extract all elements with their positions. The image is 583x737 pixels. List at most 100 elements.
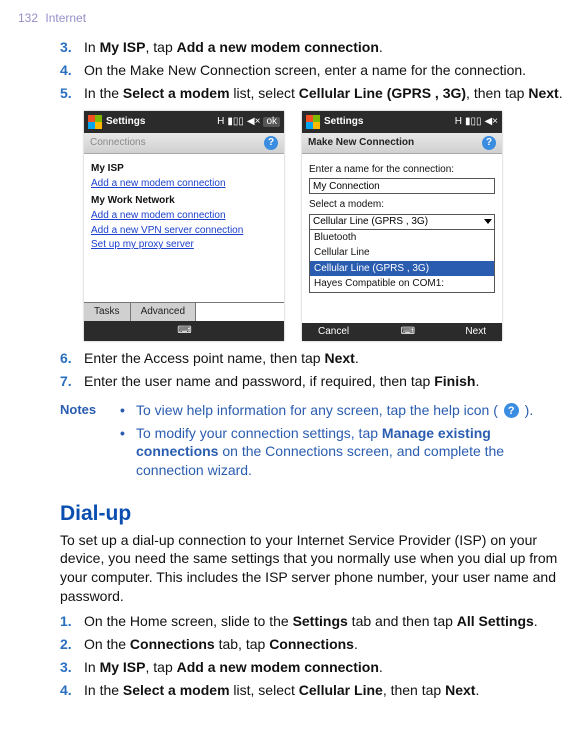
link-add-vpn[interactable]: Add a new VPN server connection — [91, 224, 277, 238]
modem-options-list: Bluetooth Cellular Line Cellular Line (G… — [309, 230, 495, 293]
dialup-step-3: 3. In My ISP, tap Add a new modem connec… — [60, 658, 565, 677]
phone-body: Enter a name for the connection: Select … — [302, 154, 502, 323]
step-5: 5. In the Select a modem list, select Ce… — [60, 84, 565, 103]
modem-option[interactable]: Hayes Compatible on COM1: — [310, 276, 494, 292]
modem-option[interactable]: Bluetooth — [310, 230, 494, 246]
tab-advanced[interactable]: Advanced — [131, 303, 196, 321]
text: , then tap — [383, 682, 445, 698]
start-icon[interactable] — [306, 115, 320, 129]
crumb-text: Make New Connection — [308, 136, 414, 150]
dialup-step-4: 4. In the Select a modem list, select Ce… — [60, 681, 565, 700]
step-number: 7. — [60, 372, 84, 391]
connection-name-input[interactable] — [309, 178, 495, 194]
step-text: On the Make New Connection screen, enter… — [84, 61, 565, 80]
text: Enter the user name and password, if req… — [84, 373, 434, 389]
signal-icon: ▮▯▯ — [227, 117, 244, 127]
title-bar: Settings H ▮▯▯ ◀× — [302, 111, 502, 133]
label-select-modem: Select a modem: — [309, 198, 495, 212]
emphasis: Select a modem — [123, 682, 230, 698]
text: . — [475, 682, 479, 698]
signal-icon: ▮▯▯ — [465, 117, 482, 127]
step-text: In the Select a modem list, select Cellu… — [84, 84, 565, 103]
text: In the — [84, 85, 123, 101]
note-item: • To view help information for any scree… — [120, 401, 565, 420]
chapter-title: Internet — [45, 11, 86, 25]
volume-icon: ◀× — [247, 117, 261, 127]
modem-dropdown[interactable] — [309, 214, 495, 230]
note-item: • To modify your connection settings, ta… — [120, 424, 565, 481]
emphasis: All Settings — [457, 613, 534, 629]
step-text: On the Connections tab, tap Connections. — [84, 635, 565, 654]
title-bar: Settings H ▮▯▯ ◀× ok — [84, 111, 284, 133]
text: . — [379, 659, 383, 675]
phone-screenshot-connections: Settings H ▮▯▯ ◀× ok Connections ? My IS… — [84, 111, 284, 341]
step-number: 2. — [60, 635, 84, 654]
help-icon: ? — [504, 403, 519, 418]
step-text: In the Select a modem list, select Cellu… — [84, 681, 565, 700]
section-heading: My Work Network — [91, 194, 277, 208]
breadcrumb: Make New Connection ? — [302, 133, 502, 154]
step-number: 3. — [60, 658, 84, 677]
step-text: Enter the user name and password, if req… — [84, 372, 565, 391]
text: list, select — [230, 85, 299, 101]
text: In — [84, 39, 100, 55]
crumb-text: Connections — [90, 136, 146, 150]
network-icon: H — [455, 117, 462, 127]
title-text: Settings — [106, 115, 145, 129]
emphasis: Next — [445, 682, 475, 698]
link-add-modem-work[interactable]: Add a new modem connection — [91, 209, 277, 223]
text: . — [354, 636, 358, 652]
start-icon[interactable] — [88, 115, 102, 129]
keyboard-icon[interactable]: ⌨ — [177, 324, 190, 338]
keyboard-icon[interactable]: ⌨ — [401, 325, 414, 339]
step-number: 3. — [60, 38, 84, 57]
emphasis: Next — [324, 350, 354, 366]
step-number: 4. — [60, 61, 84, 80]
ok-button[interactable]: ok — [263, 117, 280, 127]
softkey-bar: ⌨ — [84, 321, 284, 341]
cancel-button[interactable]: Cancel — [318, 325, 349, 339]
help-icon[interactable]: ? — [264, 136, 278, 150]
link-add-modem-isp[interactable]: Add a new modem connection — [91, 177, 277, 191]
text: tab, tap — [215, 636, 269, 652]
modem-selected[interactable] — [309, 214, 495, 230]
note-text: To modify your connection settings, tap … — [136, 424, 565, 481]
emphasis: Finish — [434, 373, 475, 389]
dialup-step-1: 1. On the Home screen, slide to the Sett… — [60, 612, 565, 631]
page-number: 132 — [18, 11, 38, 25]
phone-body: My ISP Add a new modem connection My Wor… — [84, 154, 284, 303]
step-text: In My ISP, tap Add a new modem connectio… — [84, 38, 565, 57]
text: On the Home screen, slide to the — [84, 613, 293, 629]
screenshot-row: Settings H ▮▯▯ ◀× ok Connections ? My IS… — [84, 111, 565, 341]
step-number: 4. — [60, 681, 84, 700]
breadcrumb: Connections ? — [84, 133, 284, 154]
step-number: 1. — [60, 612, 84, 631]
emphasis: Next — [528, 85, 558, 101]
emphasis: My ISP — [100, 659, 146, 675]
modem-option[interactable]: Cellular Line — [310, 245, 494, 261]
tab-bar: Tasks Advanced — [84, 302, 284, 321]
emphasis: Cellular Line — [299, 682, 383, 698]
emphasis: Connections — [269, 636, 354, 652]
text: Enter the Access point name, then tap — [84, 350, 324, 366]
step-number: 5. — [60, 84, 84, 103]
step-text: In My ISP, tap Add a new modem connectio… — [84, 658, 565, 677]
link-setup-proxy[interactable]: Set up my proxy server — [91, 238, 277, 252]
next-button[interactable]: Next — [465, 325, 486, 339]
volume-icon: ◀× — [484, 117, 498, 127]
modem-option-selected[interactable]: Cellular Line (GPRS , 3G) — [310, 261, 494, 277]
text: , then tap — [466, 85, 528, 101]
tab-tasks[interactable]: Tasks — [84, 303, 131, 321]
text: . — [559, 85, 563, 101]
notes-section: Notes • To view help information for any… — [60, 401, 565, 485]
emphasis: Settings — [293, 613, 348, 629]
step-7: 7. Enter the user name and password, if … — [60, 372, 565, 391]
help-icon[interactable]: ? — [482, 136, 496, 150]
network-icon: H — [217, 117, 224, 127]
step-number: 6. — [60, 349, 84, 368]
step-4: 4. On the Make New Connection screen, en… — [60, 61, 565, 80]
dialup-step-2: 2. On the Connections tab, tap Connectio… — [60, 635, 565, 654]
emphasis: Add a new modem connection — [177, 659, 379, 675]
text: . — [355, 350, 359, 366]
text: To modify your connection settings, tap — [136, 425, 382, 441]
